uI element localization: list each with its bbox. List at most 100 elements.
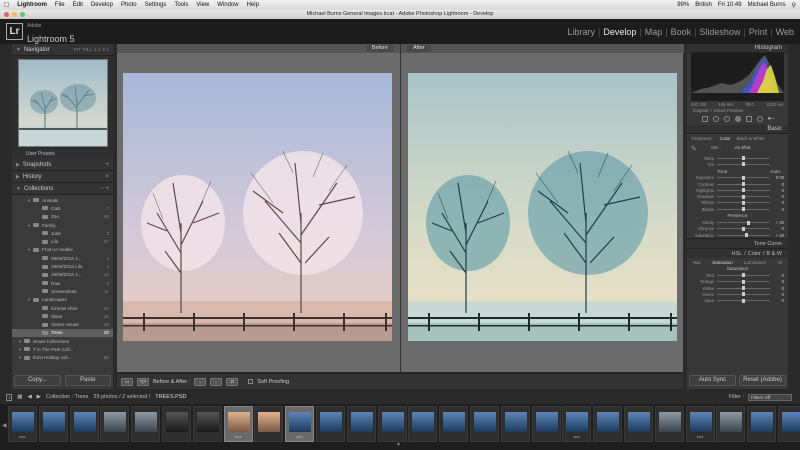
before-after-view-button[interactable]: Y|Y	[137, 377, 149, 386]
hsl-subtab-luminance[interactable]: Luminance	[744, 260, 766, 265]
second-window-icon[interactable]: 1	[6, 393, 13, 401]
slider-track[interactable]	[717, 200, 770, 205]
filmstrip-thumbnail[interactable]: ••••	[285, 406, 315, 442]
slider-track[interactable]	[717, 292, 770, 297]
grid-overlay-icon[interactable]	[701, 116, 708, 122]
slider-track[interactable]	[717, 220, 770, 225]
slider-handle[interactable]	[742, 286, 745, 290]
reset-button[interactable]: Reset (Adobe)	[739, 375, 786, 386]
collection-item[interactable]: ▼ Landscapes	[12, 296, 113, 304]
scroll-left-icon[interactable]: ◀	[2, 422, 7, 429]
basic-header[interactable]: Basic	[687, 125, 788, 134]
slider-value[interactable]: 0.00	[770, 175, 784, 180]
input-source[interactable]: British	[695, 2, 712, 8]
slider-handle[interactable]	[742, 182, 745, 187]
red-eye-icon[interactable]	[734, 116, 741, 122]
slider-value[interactable]: 0	[770, 200, 784, 205]
slider-handle[interactable]	[742, 207, 745, 212]
slider-value[interactable]: 0	[770, 273, 784, 278]
module-slideshow[interactable]: Slideshow	[699, 27, 740, 37]
module-library[interactable]: Library	[567, 27, 595, 37]
clock[interactable]: Fri 10:49	[718, 2, 742, 8]
apple-icon[interactable]: 	[4, 2, 9, 9]
wb-eyedropper-icon[interactable]: ✎	[691, 145, 697, 153]
slider-handle[interactable]	[742, 162, 745, 167]
menu-item[interactable]: Photo	[121, 2, 137, 8]
collection-item[interactable]: Screenshots 11	[12, 287, 113, 295]
filmstrip-thumbnail[interactable]	[100, 406, 130, 442]
auto-tone-button[interactable]: Auto	[770, 170, 780, 175]
filmstrip-thumbnail[interactable]	[38, 406, 68, 442]
hsl-subtab-hue[interactable]: Hue	[693, 260, 701, 265]
collection-item[interactable]: Jude 2	[12, 229, 113, 237]
slider-track[interactable]	[717, 226, 770, 231]
hsl-header[interactable]: HSL / Color / B & W	[687, 248, 788, 259]
menu-item[interactable]: Tools	[174, 2, 188, 8]
collection-item[interactable]: ▼ Family	[12, 221, 113, 229]
menu-item[interactable]: Edit	[73, 2, 83, 8]
user-name[interactable]: Michael Burns	[748, 2, 786, 8]
wb-value[interactable]: As Shot	[735, 145, 751, 153]
slider-handle[interactable]	[742, 175, 745, 180]
filmstrip-thumbnail[interactable]	[747, 406, 777, 442]
collection-item[interactable]: Zoo 30	[12, 213, 113, 221]
collection-item[interactable]: ▼ Ibiza Holiday coll... 63	[12, 354, 113, 362]
module-map[interactable]: Map	[645, 27, 663, 37]
collection-item[interactable]: Skies 16	[12, 312, 113, 320]
slider-track[interactable]	[717, 273, 770, 278]
slider-handle[interactable]	[742, 226, 745, 231]
battery-indicator[interactable]: 99%	[677, 2, 689, 8]
filmstrip-thumbnail[interactable]	[254, 406, 284, 442]
collection-item[interactable]: ▼ From Lr mobile	[12, 246, 113, 254]
slider-handle[interactable]	[742, 194, 745, 199]
menu-item[interactable]: Help	[247, 2, 259, 8]
filmstrip-thumbnail[interactable]	[408, 406, 438, 442]
copy-before-to-after-icon[interactable]: →	[194, 377, 207, 386]
filmstrip-thumbnail[interactable]: ••••	[685, 406, 715, 442]
slider-aqua[interactable]: Aqua 0	[687, 297, 788, 303]
slider-value[interactable]: + 10	[770, 233, 784, 238]
history-header[interactable]: ▶ History ×	[12, 171, 113, 183]
histogram-header[interactable]: Histogram	[687, 44, 788, 53]
histogram[interactable]	[691, 53, 784, 101]
module-book[interactable]: Book	[671, 27, 692, 37]
auto-sync-button[interactable]: Auto Sync	[689, 375, 736, 386]
slider-value[interactable]: 0	[770, 188, 784, 193]
minimize-window-button[interactable]	[12, 12, 17, 17]
add-collection-icon[interactable]: − +	[100, 186, 109, 192]
slider-track[interactable]	[717, 279, 770, 284]
collection-item[interactable]: 09/04/2014 1... 4	[12, 254, 113, 262]
filmstrip-thumbnail[interactable]	[377, 406, 407, 442]
filmstrip-collapse-icon[interactable]: ▼	[396, 442, 401, 448]
slider-track[interactable]	[717, 182, 770, 187]
tab-color[interactable]: Color	[748, 251, 761, 257]
slider-track[interactable]	[717, 298, 770, 303]
filmstrip-thumbnail[interactable]	[69, 406, 99, 442]
snapshots-header[interactable]: ▶ Snapshots +	[12, 159, 113, 171]
filmstrip-thumbnail[interactable]	[593, 406, 623, 442]
slider-handle[interactable]	[742, 273, 745, 278]
collection-item[interactable]: ▼ T in The Park Coll...	[12, 345, 113, 353]
color-treatment[interactable]: Color	[720, 136, 731, 141]
collection-item[interactable]: 15/04/2014 Lila 4	[12, 262, 113, 270]
tab-bw[interactable]: B & W	[766, 251, 782, 257]
clear-history-icon[interactable]: ×	[105, 174, 109, 180]
slider-track[interactable]	[717, 207, 770, 212]
menu-app[interactable]: Lightroom	[17, 2, 47, 8]
filmstrip-thumbnail[interactable]	[500, 406, 530, 442]
filmstrip-thumbnail[interactable]: ••••	[8, 406, 37, 442]
menu-item[interactable]: File	[55, 2, 65, 8]
navigator-zoom[interactable]: FIT FILL 1:1 3:1	[74, 47, 109, 52]
slider-value[interactable]: 0	[770, 279, 784, 284]
menu-item[interactable]: Window	[217, 2, 238, 8]
slider-handle[interactable]	[747, 220, 751, 225]
current-file[interactable]: TREES.PSD	[155, 394, 186, 400]
slider-handle[interactable]	[742, 292, 745, 297]
add-snapshot-icon[interactable]: +	[105, 162, 109, 168]
collection-item[interactable]: ▼ Smart Collections	[12, 337, 113, 345]
collection-item[interactable]: Lila 37	[12, 237, 113, 245]
filmstrip-thumbnail[interactable]	[470, 406, 499, 442]
slider-value[interactable]: 0	[770, 298, 784, 303]
module-develop[interactable]: Develop	[603, 27, 636, 37]
adjustment-brush-icon[interactable]: ●–	[768, 116, 775, 122]
